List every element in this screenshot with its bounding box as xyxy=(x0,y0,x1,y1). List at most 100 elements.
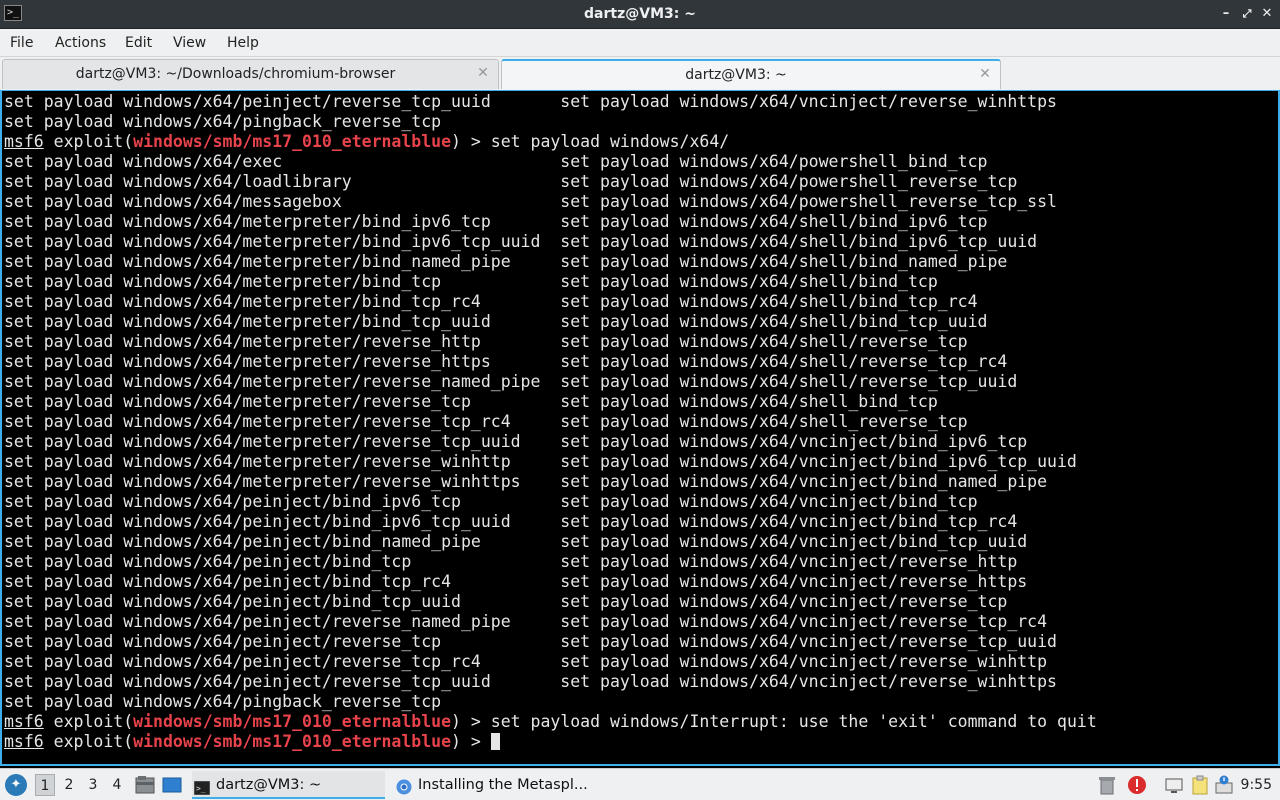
text-cursor xyxy=(490,733,500,750)
output-text: set payload windows/x64/peinject/reverse… xyxy=(4,652,1048,671)
output-text: set payload windows/x64/peinject/bind_na… xyxy=(4,532,1028,551)
menu-actions[interactable]: Actions xyxy=(55,29,106,57)
output-text: set payload windows/x64/meterpreter/reve… xyxy=(4,372,1018,391)
prompt-label: msf6 xyxy=(4,132,44,151)
maximize-icon[interactable]: ⤢ xyxy=(1239,6,1255,22)
menu-view[interactable]: View xyxy=(173,29,206,57)
output-text: set payload windows/x64/meterpreter/reve… xyxy=(4,472,1048,491)
output-text: set payload windows/x64/peinject/reverse… xyxy=(4,672,1057,691)
output-text: set payload windows/x64/meterpreter/reve… xyxy=(4,352,1008,371)
chromium-icon xyxy=(396,777,412,795)
terminal-line: set payload windows/x64/meterpreter/bind… xyxy=(4,252,1097,272)
command-text: ) > set payload windows/x64/ xyxy=(451,132,730,151)
taskbar: ✦ 1 2 3 4 >_ dartz@VM3: ~ Installing the… xyxy=(0,768,1280,800)
tab-close-icon[interactable]: ✕ xyxy=(476,66,490,80)
prompt-text: exploit( xyxy=(43,132,134,151)
output-text: set payload windows/x64/peinject/reverse… xyxy=(4,92,1057,111)
output-text: set payload windows/x64/meterpreter/reve… xyxy=(4,392,938,411)
terminal-line: set payload windows/x64/peinject/bind_tc… xyxy=(4,552,1097,572)
clock: 9:55 xyxy=(1240,777,1272,793)
output-text: set payload windows/x64/meterpreter/bind… xyxy=(4,272,938,291)
tab-chromium-browser[interactable]: dartz@VM3: ~/Downloads/chromium-browser … xyxy=(2,59,499,89)
window-title: dartz@VM3: ~ xyxy=(584,6,696,22)
terminal-icon: >_ xyxy=(193,777,211,796)
terminal-line: set payload windows/x64/peinject/reverse… xyxy=(4,672,1097,692)
tab-close-icon[interactable]: ✕ xyxy=(978,67,992,81)
file-manager-icon[interactable] xyxy=(135,776,155,794)
window-titlebar[interactable]: >_ dartz@VM3: ~ – ⤢ ✕ xyxy=(0,0,1280,29)
exploit-module-name: windows/smb/ms17_010_eternalblue xyxy=(133,712,452,731)
output-text: set payload windows/x64/messagebox set p… xyxy=(4,192,1057,211)
desktop-1[interactable]: 1 xyxy=(35,774,55,796)
minimize-icon[interactable]: – xyxy=(1218,6,1234,22)
menu-file[interactable]: File xyxy=(10,29,33,57)
terminal-view[interactable]: set payload windows/x64/peinject/reverse… xyxy=(0,90,1280,766)
terminal-line: set payload windows/x64/meterpreter/reve… xyxy=(4,352,1097,372)
desktop-3[interactable]: 3 xyxy=(83,774,103,796)
output-text: set payload windows/x64/meterpreter/reve… xyxy=(4,432,1028,451)
output-text: set payload windows/x64/meterpreter/bind… xyxy=(4,292,978,311)
terminal-line: set payload windows/x64/pingback_reverse… xyxy=(4,692,1097,712)
terminal-line: set payload windows/x64/peinject/bind_tc… xyxy=(4,592,1097,612)
close-icon[interactable]: ✕ xyxy=(1259,6,1275,22)
terminal-line: set payload windows/x64/meterpreter/reve… xyxy=(4,392,1097,412)
show-desktop-icon[interactable] xyxy=(162,776,182,794)
update-notifier-icon[interactable] xyxy=(1214,775,1234,795)
desktop-2[interactable]: 2 xyxy=(59,774,79,796)
task-label: dartz@VM3: ~ xyxy=(216,777,322,793)
terminal-line: set payload windows/x64/meterpreter/reve… xyxy=(4,372,1097,392)
output-text: set payload windows/x64/pingback_reverse… xyxy=(4,112,442,131)
terminal-line: set payload windows/x64/meterpreter/reve… xyxy=(4,412,1097,432)
output-text: set payload windows/x64/meterpreter/reve… xyxy=(4,452,1077,471)
terminal-line: msf6 exploit(windows/smb/ms17_010_eterna… xyxy=(4,712,1097,732)
exploit-module-name: windows/smb/ms17_010_eternalblue xyxy=(133,132,452,151)
terminal-line: set payload windows/x64/meterpreter/bind… xyxy=(4,292,1097,312)
tab-label: dartz@VM3: ~ xyxy=(685,67,787,83)
trash-icon[interactable] xyxy=(1098,775,1118,795)
terminal-line: set payload windows/x64/meterpreter/reve… xyxy=(4,432,1097,452)
menu-edit[interactable]: Edit xyxy=(125,29,152,57)
output-text: set payload windows/x64/peinject/reverse… xyxy=(4,632,1057,651)
terminal-line: set payload windows/x64/loadlibrary set … xyxy=(4,172,1097,192)
menu-help[interactable]: Help xyxy=(227,29,259,57)
terminal-line: msf6 exploit(windows/smb/ms17_010_eterna… xyxy=(4,132,1097,152)
terminal-line: set payload windows/x64/meterpreter/reve… xyxy=(4,452,1097,472)
terminal-line: set payload windows/x64/peinject/bind_ip… xyxy=(4,492,1097,512)
output-text: set payload windows/x64/peinject/bind_ip… xyxy=(4,512,1018,531)
svg-text:>_: >_ xyxy=(196,784,206,793)
output-text: set payload windows/x64/meterpreter/bind… xyxy=(4,312,988,331)
task-chromium[interactable]: Installing the Metaspl... xyxy=(394,771,594,799)
output-text: set payload windows/x64/meterpreter/bind… xyxy=(4,232,1038,251)
terminal-output: set payload windows/x64/peinject/reverse… xyxy=(4,92,1097,752)
clipboard-icon[interactable] xyxy=(1190,775,1210,795)
terminal-line: set payload windows/x64/peinject/reverse… xyxy=(4,92,1097,112)
tab-home[interactable]: dartz@VM3: ~ ✕ xyxy=(501,59,1001,89)
terminal-line: set payload windows/x64/peinject/bind_na… xyxy=(4,532,1097,552)
task-label: Installing the Metaspl... xyxy=(418,777,588,793)
terminal-line: set payload windows/x64/peinject/bind_ip… xyxy=(4,512,1097,532)
terminal-line: set payload windows/x64/peinject/reverse… xyxy=(4,632,1097,652)
tab-bar: dartz@VM3: ~/Downloads/chromium-browser … xyxy=(0,57,1280,90)
terminal-line: set payload windows/x64/meterpreter/bind… xyxy=(4,312,1097,332)
network-icon[interactable] xyxy=(1164,775,1184,795)
alert-icon[interactable] xyxy=(1127,775,1147,795)
output-text: set payload windows/x64/meterpreter/reve… xyxy=(4,332,968,351)
terminal-line: set payload windows/x64/meterpreter/bind… xyxy=(4,232,1097,252)
output-text: set payload windows/x64/meterpreter/bind… xyxy=(4,212,988,231)
output-text: set payload windows/x64/peinject/bind_ip… xyxy=(4,492,978,511)
menubar: File Actions Edit View Help xyxy=(0,29,1280,57)
output-text: set payload windows/x64/pingback_reverse… xyxy=(4,692,442,711)
terminal-line: set payload windows/x64/messagebox set p… xyxy=(4,192,1097,212)
task-terminal[interactable]: >_ dartz@VM3: ~ xyxy=(192,771,385,799)
terminal-line: msf6 exploit(windows/smb/ms17_010_eterna… xyxy=(4,732,1097,752)
terminal-line: set payload windows/x64/meterpreter/bind… xyxy=(4,212,1097,232)
lubuntu-logo-icon[interactable]: ✦ xyxy=(5,774,27,796)
desktop-4[interactable]: 4 xyxy=(107,774,127,796)
output-text: set payload windows/x64/peinject/bind_tc… xyxy=(4,552,1018,571)
tab-label: dartz@VM3: ~/Downloads/chromium-browser xyxy=(75,66,396,82)
terminal-line: set payload windows/x64/pingback_reverse… xyxy=(4,112,1097,132)
output-text: set payload windows/x64/peinject/reverse… xyxy=(4,612,1048,631)
output-text: set payload windows/x64/exec set payload… xyxy=(4,152,988,171)
output-text: set payload windows/x64/meterpreter/bind… xyxy=(4,252,1008,271)
terminal-line: set payload windows/x64/meterpreter/reve… xyxy=(4,332,1097,352)
